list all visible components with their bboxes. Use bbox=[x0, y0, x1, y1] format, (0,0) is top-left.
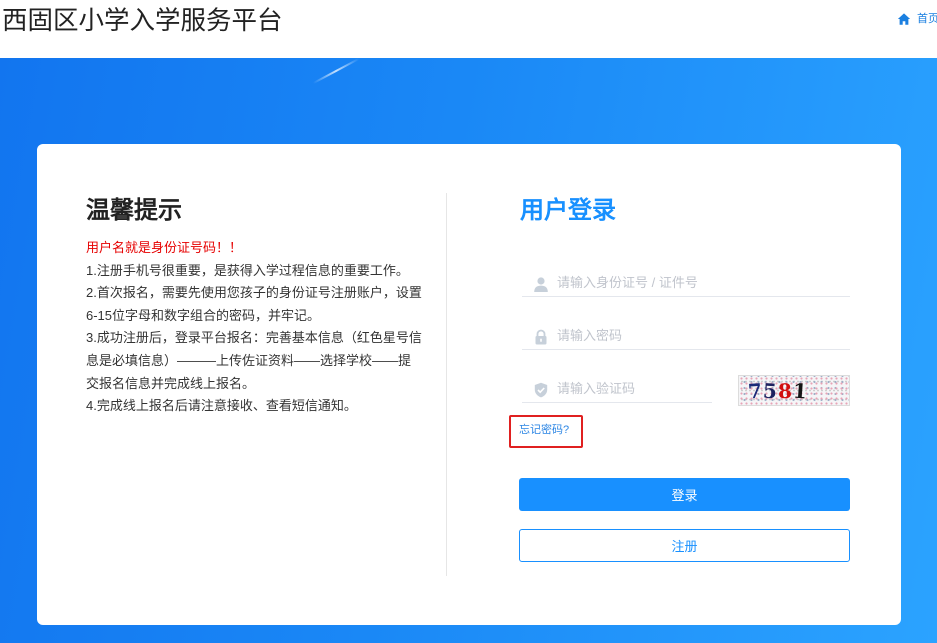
home-link[interactable]: 首页 bbox=[897, 11, 937, 27]
username-input[interactable] bbox=[522, 269, 850, 297]
home-link-label: 首页 bbox=[917, 13, 937, 25]
tips-item-3-line: 交报名信息并完成线上报名。 bbox=[86, 375, 256, 391]
captcha-digit: 8 bbox=[777, 378, 793, 403]
login-button[interactable]: 登录 bbox=[519, 478, 850, 511]
captcha-input[interactable] bbox=[522, 375, 712, 403]
top-header: 西固区小学入学服务平台 首页 bbox=[0, 0, 937, 58]
column-divider bbox=[446, 193, 447, 576]
register-button[interactable]: 注册 bbox=[519, 529, 850, 562]
captcha-image[interactable]: 7 5 8 1 bbox=[738, 375, 850, 406]
user-icon bbox=[534, 277, 548, 292]
tips-warning: 用户名就是身份证号码！！ bbox=[86, 240, 243, 255]
password-input[interactable] bbox=[522, 322, 850, 350]
home-icon bbox=[897, 13, 911, 25]
tips-item-3-line: 息是必填信息）———上传佐证资料——选择学校——提 bbox=[86, 352, 412, 368]
tips-item-2-line: 6-15位字母和数字组合的密码，并牢记。 bbox=[86, 307, 321, 323]
captcha-digit: 1 bbox=[791, 378, 808, 403]
tips-item-3-line: 3.成功注册后，登录平台报名：完善基本信息（红色星号信 bbox=[86, 330, 422, 346]
lock-icon bbox=[535, 329, 547, 345]
captcha-digit: 7 bbox=[747, 378, 763, 403]
forgot-password-link[interactable]: 忘记密码? bbox=[519, 423, 569, 437]
password-field bbox=[522, 322, 850, 350]
username-field bbox=[522, 269, 850, 297]
login-heading: 用户登录 bbox=[520, 197, 616, 224]
login-background: 温馨提示 用户名就是身份证号码！！ 1.注册手机号很重要，是获得入学过程信息的重… bbox=[0, 58, 937, 643]
tips-item-2-line: 2.首次报名，需要先使用您孩子的身份证号注册账户，设置 bbox=[86, 285, 422, 301]
tips-heading: 温馨提示 bbox=[86, 197, 182, 224]
shield-icon bbox=[534, 382, 548, 398]
captcha-digit: 5 bbox=[762, 378, 778, 403]
site-title: 西固区小学入学服务平台 bbox=[2, 7, 283, 35]
tips-item-4-line: 4.完成线上报名后请注意接收、查看短信通知。 bbox=[86, 398, 357, 414]
tips-body: 用户名就是身份证号码！！ 1.注册手机号很重要，是获得入学过程信息的重要工作。 … bbox=[86, 237, 441, 418]
tips-item-1-line: 1.注册手机号很重要，是获得入学过程信息的重要工作。 bbox=[86, 262, 409, 278]
login-card: 温馨提示 用户名就是身份证号码！！ 1.注册手机号很重要，是获得入学过程信息的重… bbox=[37, 144, 901, 625]
captcha-field bbox=[522, 375, 712, 403]
light-streak bbox=[312, 58, 360, 85]
